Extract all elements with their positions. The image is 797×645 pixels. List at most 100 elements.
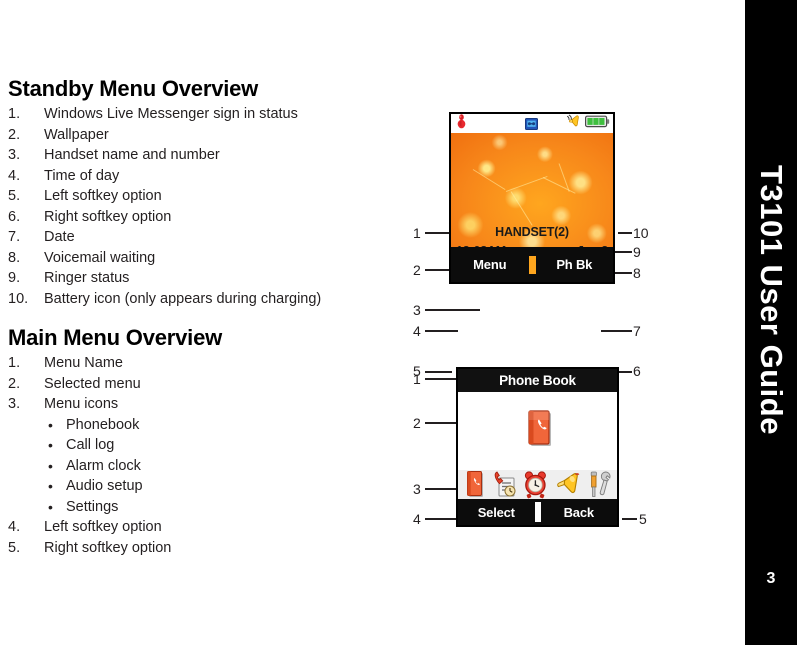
list-index: 10. (8, 290, 29, 307)
battery-icon (585, 115, 610, 133)
softkey-bar: Menu Ph Bk (451, 247, 613, 282)
bullet-text: Phonebook (66, 416, 140, 433)
leader-line-4 (425, 518, 458, 520)
status-icons-right (566, 114, 613, 134)
guide-title: T3101 User Guide (754, 165, 789, 435)
list-index: 8. (8, 249, 21, 266)
bullet-dot: • (48, 498, 53, 515)
messenger-butterfly-icon (455, 114, 468, 134)
list-index: 3. (8, 396, 21, 412)
list-text: Handset name and number (44, 147, 220, 163)
callout-8: 8 (633, 265, 641, 281)
list-item: 2. Selected menu (8, 374, 388, 395)
right-sidebar: T3101 User Guide 3 (745, 0, 797, 645)
left-softkey[interactable]: Menu (451, 257, 529, 272)
list-item: 3. Handset name and number (8, 145, 388, 166)
callout-4: 4 (413, 511, 421, 527)
list-text: Wallpaper (44, 126, 109, 143)
list-item: 8. Voicemail waiting (8, 248, 388, 269)
list-index: 2. (8, 126, 21, 143)
leader-line-1 (425, 232, 452, 234)
mainmenu-list: 1. Menu Name 2. Selected menu 3. Menu ic… (8, 353, 388, 415)
list-item: 2. Wallpaper (8, 125, 388, 146)
bullet-item: • Settings (8, 497, 388, 518)
mainmenu-list-cont: 4. Left softkey option 5. Right softkey … (8, 517, 388, 558)
page-number: 3 (766, 570, 776, 587)
list-text: Battery icon (only appears during chargi… (44, 290, 322, 307)
standby-screen-figure: 1 2 3 4 5 10 9 8 7 6 HANDSET(2) Menu Ph … (405, 105, 665, 378)
bullet-dot: • (48, 416, 53, 433)
callout-3: 3 (413, 302, 421, 318)
callout-3: 3 (413, 481, 421, 497)
callout-5: 5 (639, 511, 647, 527)
list-text: Selected menu (44, 375, 141, 392)
list-text: Left softkey option (44, 519, 162, 535)
list-index: 1. (8, 106, 21, 122)
wallpaper-line (505, 175, 548, 192)
list-item: 6. Right softkey option (8, 207, 388, 228)
bullet-text: Alarm clock (66, 457, 141, 474)
wallpaper: HANDSET(2) 12:08AM Jan 2 (451, 133, 613, 251)
list-index: 6. (8, 208, 21, 225)
list-item: 4. Left softkey option (8, 517, 388, 538)
list-text: Menu Name (44, 355, 123, 371)
list-item: 1. Windows Live Messenger sign in status (8, 104, 388, 125)
list-item: 7. Date (8, 227, 388, 248)
right-softkey[interactable]: Back (541, 505, 618, 520)
callout-1: 1 (413, 225, 421, 241)
bullet-dot: • (48, 457, 53, 474)
callout-7: 7 (633, 323, 641, 339)
list-text: Right softkey option (44, 208, 172, 225)
wallpaper-line (472, 169, 506, 191)
list-text: Voicemail waiting (44, 249, 156, 266)
list-index: 2. (8, 375, 21, 392)
standby-section-title: Standby Menu Overview (8, 76, 259, 101)
leader-line-5 (622, 518, 637, 520)
list-text: Windows Live Messenger sign in status (44, 106, 298, 122)
mainmenu-screen: Phone Book Select Back (456, 367, 619, 527)
menu-title-bar: Phone Book (458, 369, 617, 392)
wallpaper-line (542, 177, 576, 194)
bullet-item: • Alarm clock (8, 456, 388, 477)
callout-2: 2 (413, 415, 421, 431)
softkey-bar: Select Back (458, 499, 617, 525)
softkey-divider (528, 255, 536, 274)
list-index: 5. (8, 188, 21, 204)
right-softkey[interactable]: Ph Bk (536, 257, 614, 272)
leader-line-4 (425, 330, 458, 332)
bullet-item: • Call log (8, 435, 388, 456)
list-index: 4. (8, 167, 21, 184)
leader-line-10 (618, 232, 632, 234)
mainmenu-screen-figure: 1 2 3 4 5 Phone Book Select Back (405, 360, 665, 540)
bullet-dot: • (48, 437, 53, 453)
callout-2: 2 (413, 262, 421, 278)
list-index: 1. (8, 355, 21, 371)
list-item: 5. Left softkey option (8, 186, 388, 207)
selected-menu-area (458, 392, 617, 470)
list-text: Left softkey option (44, 188, 162, 204)
callout-1: 1 (413, 371, 421, 387)
bullet-dot: • (48, 478, 53, 494)
bullet-item: • Audio setup (8, 476, 388, 497)
phonebook-icon (522, 409, 553, 454)
list-item: 9. Ringer status (8, 268, 388, 289)
ringer-bell-icon (566, 114, 582, 134)
bullet-text: Settings (66, 498, 119, 515)
list-text: Right softkey option (44, 539, 172, 556)
menu-name: Phone Book (499, 373, 576, 388)
list-index: 5. (8, 539, 21, 556)
list-item: 4. Time of day (8, 166, 388, 187)
bullet-text: Call log (66, 437, 115, 453)
leader-line-1 (425, 378, 458, 380)
list-text: Date (44, 229, 75, 245)
menu-icon-bullets: • Phonebook • Call log • Alarm clock • A… (8, 415, 388, 518)
list-index: 3. (8, 147, 21, 163)
handset-name: HANDSET(2) (495, 225, 569, 239)
list-item: 10. Battery icon (only appears during ch… (8, 289, 388, 310)
leader-line-7 (601, 330, 632, 332)
standby-section: Standby Menu Overview 1. Windows Live Me… (8, 76, 388, 309)
list-item: 5. Right softkey option (8, 538, 388, 559)
callout-10: 10 (633, 225, 649, 241)
mainmenu-section-title: Main Menu Overview (8, 325, 223, 350)
left-softkey[interactable]: Select (458, 505, 535, 520)
